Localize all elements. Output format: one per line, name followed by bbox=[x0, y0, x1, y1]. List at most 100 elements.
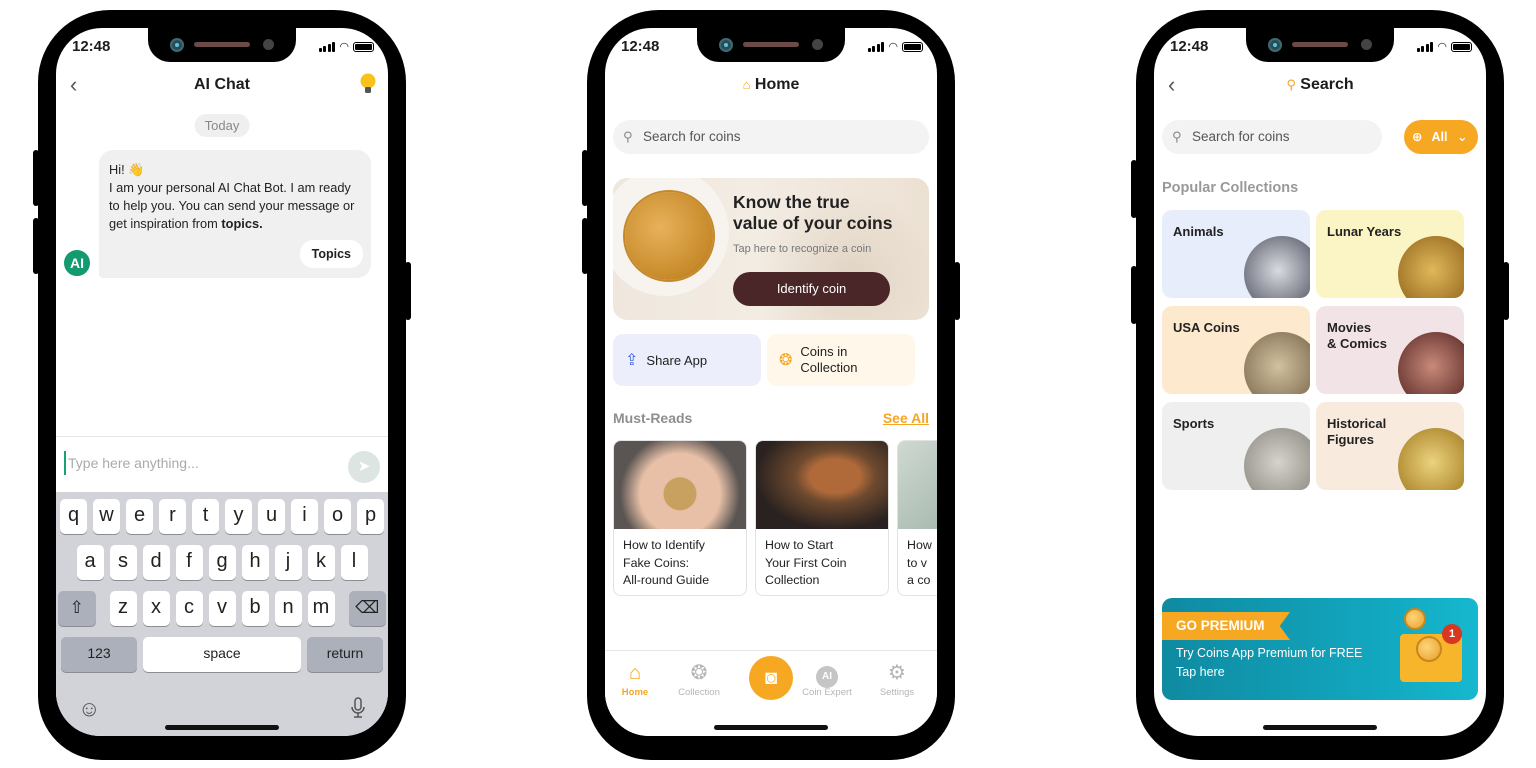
key-s[interactable]: s bbox=[109, 545, 137, 580]
coins-icon: ❂ bbox=[779, 352, 793, 369]
collection-card-lunar-years[interactable]: Lunar Years bbox=[1316, 210, 1464, 298]
search-screen: 12:48 ◠ ‹ ⚲ Search ⚲ Search for coins ⊕ … bbox=[1154, 28, 1486, 736]
gold-coin-image bbox=[625, 192, 713, 280]
article-card[interactable]: How to Start Your First Coin Collection bbox=[755, 440, 889, 596]
tab-settings[interactable]: ⚙ Settings bbox=[867, 661, 927, 698]
battery-icon bbox=[902, 42, 923, 52]
key-q[interactable]: q bbox=[60, 499, 87, 534]
key-p[interactable]: p bbox=[357, 499, 384, 534]
key-e[interactable]: e bbox=[126, 499, 153, 534]
key-x[interactable]: x bbox=[142, 591, 170, 626]
space-key[interactable]: space bbox=[143, 637, 301, 672]
search-input[interactable]: ⚲ Search for coins bbox=[1162, 120, 1382, 154]
volume-up-button bbox=[33, 150, 39, 206]
page-title-text: Search bbox=[1300, 76, 1354, 93]
send-button[interactable]: ➤ bbox=[348, 451, 380, 483]
identify-coin-banner[interactable]: Know the true value of your coins Tap her… bbox=[613, 178, 929, 320]
search-icon: ⚲ bbox=[1286, 77, 1296, 92]
article-image bbox=[614, 441, 746, 529]
article-title: How to Start Your First Coin Collection bbox=[765, 538, 847, 587]
tab-home[interactable]: ⌂ Home bbox=[605, 661, 665, 698]
collection-card-sports[interactable]: Sports bbox=[1162, 402, 1310, 490]
coins-in-collection-button[interactable]: ❂ Coins in Collection bbox=[767, 334, 915, 386]
send-arrow-icon: ➤ bbox=[357, 458, 371, 475]
region-filter-dropdown[interactable]: ⊕ All ⌄ bbox=[1404, 120, 1478, 154]
must-reads-carousel[interactable]: How to Identify Fake Coins: All-round Guid… bbox=[613, 440, 937, 596]
coin-image bbox=[1398, 332, 1464, 394]
tab-collection[interactable]: ❂ Collection bbox=[669, 661, 729, 698]
key-f[interactable]: f bbox=[175, 545, 203, 580]
shift-key[interactable]: ⇧ bbox=[58, 591, 96, 626]
identify-coin-button[interactable]: Identify coin bbox=[733, 272, 890, 306]
key-k[interactable]: k bbox=[307, 545, 335, 580]
volume-up-button bbox=[582, 150, 588, 206]
key-o[interactable]: o bbox=[324, 499, 351, 534]
key-d[interactable]: d bbox=[142, 545, 170, 580]
key-a[interactable]: a bbox=[76, 545, 104, 580]
collection-label: Sports bbox=[1173, 416, 1215, 431]
volume-down-button bbox=[33, 218, 39, 274]
key-t[interactable]: t bbox=[192, 499, 219, 534]
key-l[interactable]: l bbox=[340, 545, 368, 580]
search-input[interactable]: ⚲ Search for coins bbox=[613, 120, 929, 154]
key-z[interactable]: z bbox=[109, 591, 137, 626]
lightbulb-icon[interactable] bbox=[360, 72, 376, 96]
key-i[interactable]: i bbox=[291, 499, 318, 534]
delete-key[interactable]: ⌫ bbox=[348, 591, 386, 626]
house-icon: ⌂ bbox=[628, 662, 642, 684]
key-m[interactable]: m bbox=[307, 591, 335, 626]
gear-icon: ⚙ bbox=[888, 662, 906, 684]
power-button bbox=[405, 262, 411, 320]
keyboard: qwertyuiop asdfghjkl ⇧ zxcvbnm ⌫ 123 spa… bbox=[56, 492, 388, 736]
scan-coin-button[interactable]: ◙ bbox=[749, 656, 793, 700]
numbers-key[interactable]: 123 bbox=[61, 637, 137, 672]
see-all-link[interactable]: See All bbox=[883, 410, 929, 426]
premium-ribbon: GO PREMIUM bbox=[1162, 612, 1290, 640]
collection-card-historical-figures[interactable]: Historical Figures bbox=[1316, 402, 1464, 490]
key-c[interactable]: c bbox=[175, 591, 203, 626]
microphone-icon[interactable] bbox=[350, 696, 366, 726]
coins-in-collection-label: Coins in Collection bbox=[800, 344, 858, 375]
battery-icon bbox=[353, 42, 374, 52]
coins-icon: ❂ bbox=[690, 662, 708, 684]
article-card[interactable]: How to Identify Fake Coins: All-round Guid… bbox=[613, 440, 747, 596]
key-w[interactable]: w bbox=[93, 499, 120, 534]
page-title: ⌂ Home bbox=[605, 72, 937, 98]
power-button bbox=[1503, 262, 1509, 320]
coin-image bbox=[1398, 236, 1464, 298]
home-screen: 12:48 ◠ ⌂ Home ⚲ Search for coins Know t… bbox=[605, 28, 937, 736]
key-h[interactable]: h bbox=[241, 545, 269, 580]
share-app-button[interactable]: ⇪ Share App bbox=[613, 334, 761, 386]
message-input[interactable]: Type here anything... bbox=[64, 451, 324, 475]
key-b[interactable]: b bbox=[241, 591, 269, 626]
collection-card-usa-coins[interactable]: USA Coins bbox=[1162, 306, 1310, 394]
key-y[interactable]: y bbox=[225, 499, 252, 534]
key-r[interactable]: r bbox=[159, 499, 186, 534]
topics-button[interactable]: Topics bbox=[299, 240, 363, 268]
volume-down-button bbox=[582, 218, 588, 274]
power-button bbox=[954, 262, 960, 320]
camera-icon: ◙ bbox=[764, 667, 778, 689]
go-premium-banner[interactable]: GO PREMIUM Try Coins App Premium for FRE… bbox=[1162, 598, 1478, 700]
status-time: 12:48 bbox=[72, 38, 111, 55]
article-title: How to va co bbox=[907, 538, 932, 587]
collection-card-animals[interactable]: Animals bbox=[1162, 210, 1310, 298]
tab-coin-expert[interactable]: AI Coin Expert bbox=[797, 661, 857, 698]
signal-icon bbox=[867, 42, 885, 52]
gold-coin-icon bbox=[1404, 608, 1426, 630]
key-n[interactable]: n bbox=[274, 591, 302, 626]
return-key[interactable]: return bbox=[307, 637, 383, 672]
key-j[interactable]: j bbox=[274, 545, 302, 580]
key-v[interactable]: v bbox=[208, 591, 236, 626]
key-g[interactable]: g bbox=[208, 545, 236, 580]
collection-card-movies-comics[interactable]: Movies & Comics bbox=[1316, 306, 1464, 394]
article-card[interactable]: How to va co bbox=[897, 440, 937, 596]
coin-image bbox=[1244, 236, 1310, 298]
message-topics-link[interactable]: topics. bbox=[221, 216, 262, 231]
must-reads-title: Must-Reads bbox=[613, 410, 693, 426]
premium-tap-here: Tap here bbox=[1176, 665, 1225, 679]
popular-collections-title: Popular Collections bbox=[1162, 180, 1299, 196]
message-composer: Type here anything... ➤ bbox=[56, 436, 388, 492]
key-u[interactable]: u bbox=[258, 499, 285, 534]
emoji-icon[interactable]: ☺ bbox=[78, 696, 100, 722]
